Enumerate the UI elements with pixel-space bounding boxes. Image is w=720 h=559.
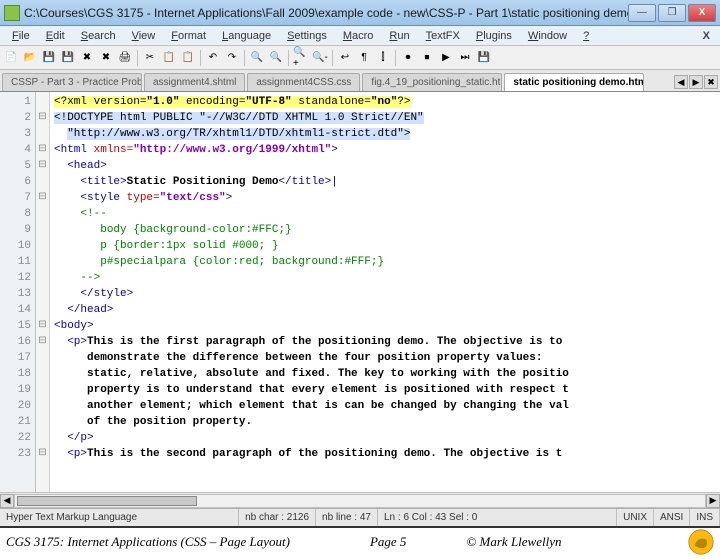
document-tab[interactable]: CSSP - Part 3 - Practice Problem 2.html [2,73,142,91]
save-all-icon[interactable]: 💾 [59,49,77,67]
editor[interactable]: 1234567891011121314151617181920212223 ⊟ … [0,92,720,492]
footer-course: CGS 3175: Internet Applications (CSS – P… [6,534,290,550]
menu-plugins[interactable]: Plugins [468,28,520,44]
tab-scroll-left-icon[interactable]: ◀ [674,75,688,89]
indent-guide-icon[interactable]: ⫿ [374,49,392,67]
pegasus-logo-icon [688,529,714,555]
menu-search[interactable]: Search [73,28,124,44]
redo-icon[interactable]: ↷ [223,49,241,67]
wordwrap-icon[interactable]: ↩ [336,49,354,67]
cut-icon[interactable]: ✂ [141,49,159,67]
zoom-out-icon[interactable]: 🔍- [311,49,329,67]
footer-copyright: © Mark Llewellyn [466,534,561,550]
window-titlebar: C:\Courses\CGS 3175 - Internet Applicati… [0,0,720,26]
status-position: Ln : 6 Col : 43 Sel : 0 [378,509,617,526]
menu-settings[interactable]: Settings [279,28,335,44]
menu-file[interactable]: File [4,28,38,44]
document-close-icon[interactable]: X [697,30,716,42]
slide-footer: CGS 3175: Internet Applications (CSS – P… [0,526,720,556]
maximize-button[interactable]: ❐ [658,4,686,22]
status-encoding: ANSI [654,509,690,526]
menu-run[interactable]: Run [381,28,417,44]
menu-edit[interactable]: Edit [38,28,73,44]
menu-?[interactable]: ? [575,28,597,44]
status-eol: UNIX [617,509,654,526]
play-multi-icon[interactable]: ⏭ [456,49,474,67]
close-button[interactable]: X [688,4,716,22]
document-tab[interactable]: assignment4CSS.css [247,73,360,91]
save-icon[interactable]: 💾 [40,49,58,67]
scroll-thumb[interactable] [17,496,197,506]
document-tab[interactable]: static positioning demo.html [504,73,644,91]
status-line-count: nb line : 47 [316,509,378,526]
paste-icon[interactable]: 📋 [179,49,197,67]
window-title: C:\Courses\CGS 3175 - Internet Applicati… [24,6,628,20]
new-file-icon[interactable]: 📄 [2,49,20,67]
close-file-icon[interactable]: ✖ [78,49,96,67]
replace-icon[interactable]: 🔍 [267,49,285,67]
menu-view[interactable]: View [124,28,164,44]
menubar: FileEditSearchViewFormatLanguageSettings… [0,26,720,46]
app-icon [4,5,20,21]
menu-format[interactable]: Format [163,28,214,44]
play-macro-icon[interactable]: ▶ [437,49,455,67]
fold-markers[interactable]: ⊟ ⊟⊟ ⊟ ⊟⊟ ⊟ [36,92,50,492]
horizontal-scrollbar[interactable]: ◀ ▶ [0,492,720,508]
document-tabbar: CSSP - Part 3 - Practice Problem 2.htmla… [0,70,720,92]
record-macro-icon[interactable]: ⏺ [399,49,417,67]
statusbar: Hyper Text Markup Language nb char : 212… [0,508,720,526]
footer-page: Page 5 [370,534,406,550]
tab-scroll-right-icon[interactable]: ▶ [689,75,703,89]
menu-macro[interactable]: Macro [335,28,382,44]
line-number-gutter: 1234567891011121314151617181920212223 [0,92,36,492]
scroll-left-icon[interactable]: ◀ [0,494,14,508]
show-all-chars-icon[interactable]: ¶ [355,49,373,67]
minimize-button[interactable]: — [628,4,656,22]
status-char-count: nb char : 2126 [239,509,316,526]
code-content[interactable]: <?xml version="1.0" encoding="UTF-8" sta… [50,92,720,492]
scroll-right-icon[interactable]: ▶ [706,494,720,508]
menu-language[interactable]: Language [214,28,279,44]
close-all-icon[interactable]: ✖ [97,49,115,67]
status-insert-mode: INS [690,509,720,526]
toolbar: 📄 📂 💾 💾 ✖ ✖ 🖨 ✂ 📋 📋 ↶ ↷ 🔍 🔍 🔍+ 🔍- ↩ ¶ ⫿ … [0,46,720,70]
tab-close-icon[interactable]: ✖ [704,75,718,89]
menu-textfx[interactable]: TextFX [418,28,468,44]
document-tab[interactable]: fig.4_19_positioning_static.html [362,73,502,91]
copy-icon[interactable]: 📋 [160,49,178,67]
stop-macro-icon[interactable]: ⏹ [418,49,436,67]
status-language: Hyper Text Markup Language [0,509,239,526]
menu-window[interactable]: Window [520,28,575,44]
find-icon[interactable]: 🔍 [248,49,266,67]
zoom-in-icon[interactable]: 🔍+ [292,49,310,67]
save-macro-icon[interactable]: 💾 [475,49,493,67]
print-icon[interactable]: 🖨 [116,49,134,67]
open-file-icon[interactable]: 📂 [21,49,39,67]
scroll-track[interactable] [14,494,706,508]
undo-icon[interactable]: ↶ [204,49,222,67]
document-tab[interactable]: assignment4.shtml [144,73,245,91]
